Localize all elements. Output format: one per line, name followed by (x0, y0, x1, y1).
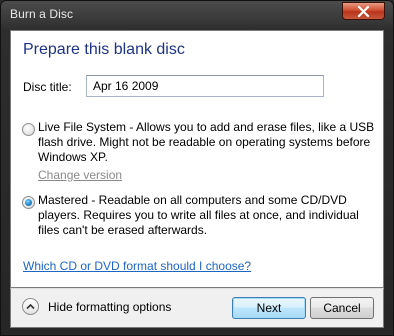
chevron-up-icon (26, 303, 35, 310)
dialog-content: Prepare this blank disc Disc title: Live… (10, 30, 384, 288)
format-help-link[interactable]: Which CD or DVD format should I choose? (23, 259, 251, 273)
mastered-description[interactable]: Mastered - Readable on all computers and… (38, 193, 359, 238)
title-bar[interactable]: Burn a Disc (1, 1, 393, 29)
cancel-button[interactable]: Cancel (310, 297, 374, 319)
hide-options-label[interactable]: Hide formatting options (48, 300, 171, 314)
page-title: Prepare this blank disc (23, 41, 185, 58)
option-text-line: Mastered - Readable on all computers and… (38, 193, 347, 207)
hide-options-toggle[interactable] (22, 298, 39, 315)
disc-title-input[interactable] (86, 75, 324, 97)
live-file-system-radio[interactable] (22, 123, 35, 136)
close-icon (357, 6, 370, 17)
dialog-footer: Hide formatting options Next Cancel (10, 288, 384, 328)
option-text-line: flash drive. Might not be readable on op… (38, 135, 371, 149)
option-text-line: Windows XP. (38, 150, 108, 164)
option-text-line: files can't be erased afterwards. (38, 223, 208, 237)
option-text-line: Live File System - Allows you to add and… (38, 120, 375, 134)
next-button[interactable]: Next (232, 297, 306, 319)
mastered-radio[interactable] (22, 196, 35, 209)
close-button[interactable] (342, 2, 385, 20)
option-text-line: players. Requires you to write all files… (38, 208, 359, 222)
window-title: Burn a Disc (10, 7, 74, 21)
change-version-link: Change version (38, 168, 123, 182)
burn-disc-dialog: Burn a Disc Prepare this blank disc Disc… (0, 0, 394, 336)
live-file-system-description[interactable]: Live File System - Allows you to add and… (38, 120, 374, 165)
disc-title-label: Disc title: (23, 80, 72, 94)
